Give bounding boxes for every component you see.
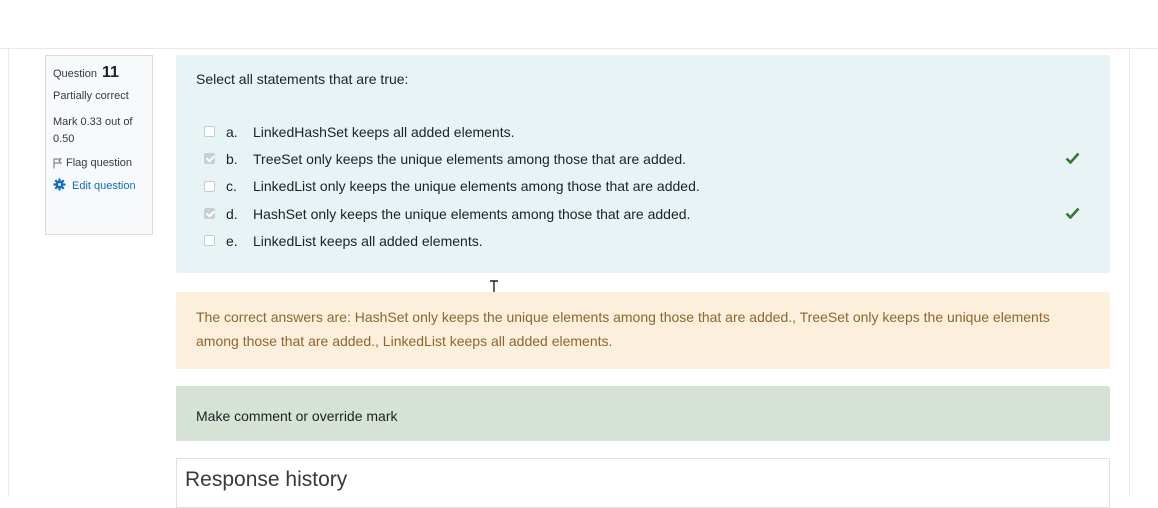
answer-checkbox[interactable] — [204, 235, 215, 247]
left-border — [0, 48, 9, 496]
edit-question-link[interactable]: Edit question — [53, 177, 145, 195]
flag-icon — [53, 158, 62, 168]
edit-question-label: Edit question — [72, 180, 136, 192]
correct-check-icon — [1065, 152, 1080, 165]
correct-answers-feedback: The correct answers are: HashSet only ke… — [176, 292, 1110, 369]
question-grade: Mark 0.33 out of 0.50 — [53, 116, 133, 145]
answer-option[interactable]: b. TreeSet only keeps the unique elements… — [204, 145, 1094, 172]
answer-text: LinkedHashSet keeps all added elements. — [253, 123, 515, 140]
answer-options: a. LinkedHashSet keeps all added elements… — [204, 118, 1094, 254]
answer-checkbox[interactable] — [204, 180, 215, 192]
question-text: Select all statements that are true: — [196, 71, 409, 87]
answer-option[interactable]: e. LinkedList keeps all added elements. — [204, 227, 1094, 254]
answer-letter: d. — [226, 205, 238, 222]
gear-icon — [53, 178, 66, 191]
answer-text: LinkedList only keeps the unique element… — [253, 178, 700, 195]
question-label: Question — [53, 68, 98, 80]
answer-letter: a. — [226, 123, 238, 140]
answer-option[interactable]: d. HashSet only keeps the unique elements… — [204, 200, 1094, 227]
flag-question-label: Flag question — [66, 157, 133, 169]
answer-option[interactable]: a. LinkedHashSet keeps all added elements… — [204, 118, 1094, 145]
page-header — [0, 0, 1158, 49]
question-state: Partially correct — [53, 90, 129, 102]
flag-question-link[interactable]: Flag question — [53, 157, 145, 169]
answer-text: LinkedList keeps all added elements. — [253, 232, 483, 249]
answer-checkbox[interactable] — [204, 208, 215, 220]
answer-checkbox[interactable] — [204, 153, 215, 165]
right-border — [1129, 48, 1158, 496]
question-formulation: Select all statements that are true: a. L… — [176, 55, 1110, 273]
question-number: Question 11 — [53, 64, 145, 82]
answer-option[interactable]: c. LinkedList only keeps the unique eleme… — [204, 173, 1094, 200]
answer-text: HashSet only keeps the unique elements a… — [253, 205, 691, 222]
question-number-value: 11 — [102, 64, 119, 81]
answer-letter: c. — [226, 178, 237, 195]
answer-letter: e. — [226, 232, 238, 249]
make-comment-link[interactable]: Make comment or override mark — [176, 386, 1110, 441]
answer-text: TreeSet only keeps the unique elements a… — [253, 150, 686, 167]
answer-checkbox[interactable] — [204, 126, 215, 138]
response-history-heading: Response history — [176, 458, 1110, 508]
answer-letter: b. — [226, 150, 238, 167]
question-info-panel: Question 11 Partially correct Mark 0.33 … — [45, 55, 153, 235]
correct-check-icon — [1065, 207, 1080, 219]
